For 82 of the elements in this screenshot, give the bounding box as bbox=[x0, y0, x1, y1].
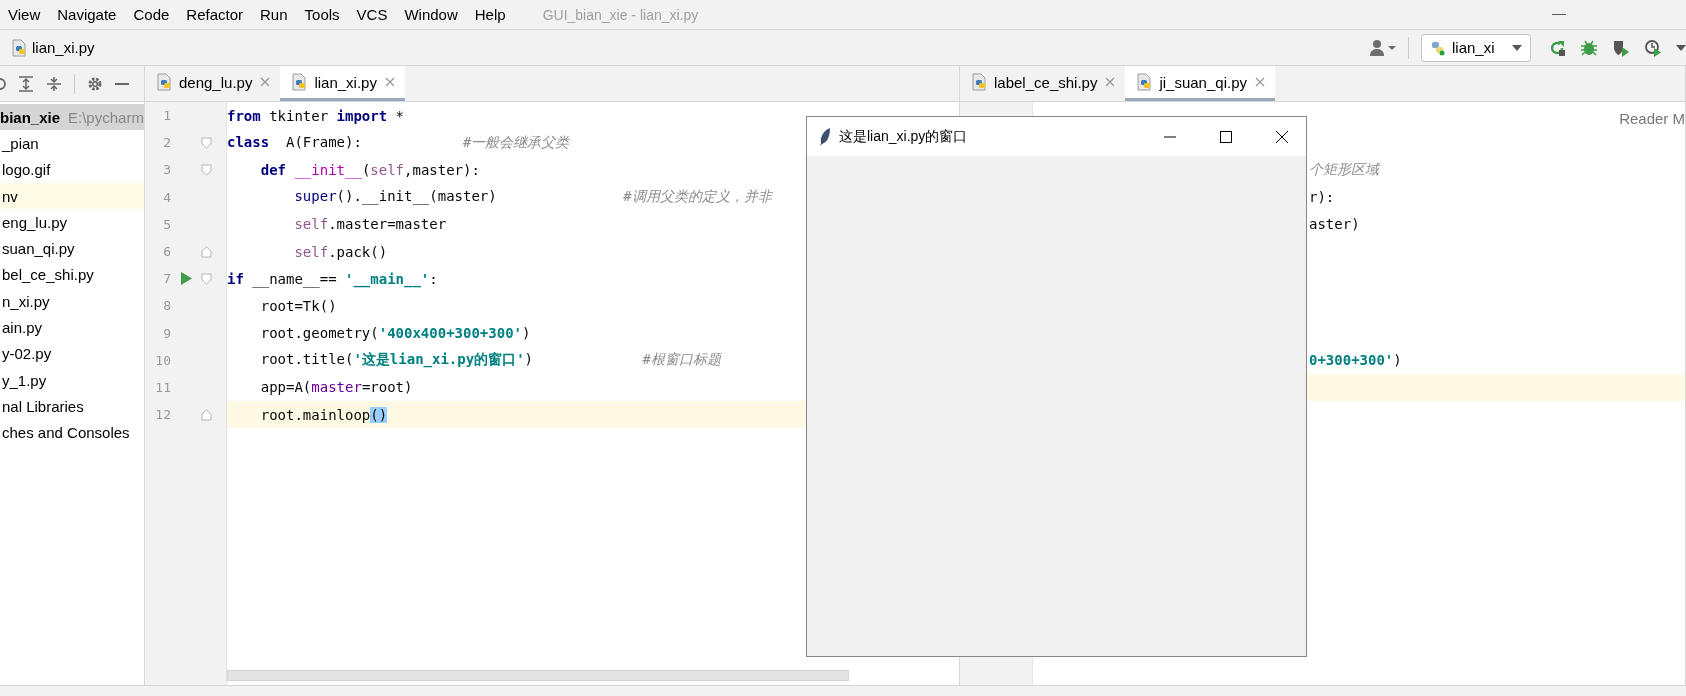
menu-item[interactable]: Help bbox=[474, 6, 514, 23]
line-number: 7 bbox=[162, 271, 171, 287]
code-line: root.geometry('400x400+300+300') bbox=[259, 325, 531, 342]
expand-all-icon[interactable] bbox=[18, 75, 34, 92]
python-file-icon bbox=[155, 73, 173, 91]
python-file-icon bbox=[970, 73, 988, 91]
code-line: if __name__== '__main__': bbox=[227, 270, 438, 287]
code-line: r): bbox=[1309, 189, 1335, 206]
bug-icon[interactable] bbox=[1580, 38, 1598, 57]
target-icon[interactable] bbox=[0, 76, 6, 91]
line-number: 9 bbox=[162, 325, 171, 341]
caret-icon bbox=[1512, 44, 1522, 51]
line-number: 12 bbox=[154, 407, 171, 423]
code-line: super().__init__(master) #调用父类的定义，并非 bbox=[293, 188, 772, 207]
window-title: 这是lian_xi.py的窗口 bbox=[839, 127, 969, 146]
tree-item[interactable]: _pian bbox=[0, 130, 144, 157]
shield-icon[interactable] bbox=[1612, 38, 1630, 57]
file-tab[interactable]: deng_lu.py bbox=[145, 66, 281, 101]
code-line: class A(Frame): #一般会继承父类 bbox=[227, 133, 570, 152]
file-tab[interactable]: lian_xi.py bbox=[280, 66, 405, 101]
line-number: 8 bbox=[162, 298, 171, 314]
tree-item[interactable]: bel_ce_shi.py bbox=[0, 261, 144, 289]
run-icon[interactable] bbox=[180, 272, 192, 286]
caret-icon[interactable] bbox=[1676, 44, 1686, 51]
line-number: 3 bbox=[162, 162, 171, 178]
tree-item[interactable]: suan_qi.py bbox=[0, 235, 144, 262]
reader-mode-label[interactable]: Reader M bbox=[1619, 110, 1685, 127]
code-line: app=A(master=root) bbox=[259, 379, 413, 396]
line-number: 2 bbox=[162, 135, 171, 151]
tree-item[interactable]: logo.gif bbox=[0, 156, 144, 183]
code-line: 个矩形区域 bbox=[1309, 160, 1379, 179]
line-number: 5 bbox=[162, 216, 171, 232]
file-tab[interactable]: label_ce_shi.py bbox=[960, 66, 1126, 101]
menu-item[interactable]: Window bbox=[404, 6, 466, 23]
line-number: 6 bbox=[162, 244, 171, 260]
tree-item[interactable]: y_1.py bbox=[0, 366, 144, 394]
menu-item[interactable]: Refactor bbox=[186, 6, 251, 23]
line-number: 1 bbox=[162, 108, 171, 124]
code-line: def __init__(self,master): bbox=[259, 161, 480, 178]
minimize-icon[interactable] bbox=[115, 82, 129, 85]
feather-icon bbox=[819, 127, 831, 146]
code-line: self.pack() bbox=[293, 243, 388, 260]
tree-item[interactable]: nv bbox=[0, 182, 144, 210]
code-line: root.title('这是lian_xi.py的窗口') #根窗口标题 bbox=[259, 351, 722, 370]
menu-item[interactable]: Code bbox=[133, 6, 178, 23]
run-config-dropdown[interactable]: lian_xi bbox=[1421, 33, 1531, 62]
code-line: from tkinter import * bbox=[227, 107, 404, 124]
line-number: 11 bbox=[154, 379, 171, 395]
code-line: root.mainloop() bbox=[259, 406, 388, 423]
window-title: GUI_bian_xie - lian_xi.py bbox=[542, 6, 700, 23]
tree-item[interactable]: y-02.py bbox=[0, 340, 144, 367]
menu-item[interactable]: View bbox=[8, 6, 49, 23]
user-icon[interactable] bbox=[1369, 38, 1397, 57]
menu-item[interactable]: Navigate bbox=[57, 6, 125, 23]
close-icon[interactable] bbox=[1276, 130, 1288, 143]
maximize-icon[interactable] bbox=[1220, 130, 1232, 143]
python-icon bbox=[1430, 39, 1446, 56]
code-line: self.master=master bbox=[293, 216, 447, 233]
menu-item[interactable]: Tools bbox=[304, 6, 348, 23]
rerun-icon[interactable] bbox=[1548, 38, 1566, 57]
clock-icon[interactable] bbox=[1644, 38, 1662, 57]
tree-item[interactable]: nal Libraries bbox=[0, 393, 144, 420]
collapse-all-icon[interactable] bbox=[46, 75, 62, 92]
tree-item[interactable]: eng_lu.py bbox=[0, 209, 144, 236]
menu-item[interactable]: Run bbox=[260, 6, 296, 23]
scrollbar[interactable] bbox=[227, 670, 849, 681]
line-number: 4 bbox=[162, 189, 171, 205]
file-tab[interactable]: ji_suan_qi.py bbox=[1125, 66, 1275, 101]
tree-item[interactable]: bian_xie E:\pycharm bbox=[0, 104, 144, 131]
code-line: aster) bbox=[1309, 216, 1360, 233]
menu-item[interactable]: VCS bbox=[356, 6, 396, 23]
python-file-icon bbox=[290, 73, 309, 91]
python-file-icon bbox=[1135, 73, 1154, 91]
breadcrumb[interactable]: lian_xi.py bbox=[32, 39, 1362, 56]
tree-item[interactable]: ches and Consoles bbox=[0, 419, 144, 446]
line-number: 10 bbox=[154, 352, 171, 368]
python-file-icon bbox=[10, 38, 28, 57]
code-line: root=Tk() bbox=[259, 297, 337, 314]
settings-icon[interactable] bbox=[87, 75, 103, 92]
code-line: 0+300+300') bbox=[1309, 352, 1402, 369]
tree-item[interactable]: ain.py bbox=[0, 314, 144, 341]
tree-item[interactable]: n_xi.py bbox=[0, 288, 144, 315]
